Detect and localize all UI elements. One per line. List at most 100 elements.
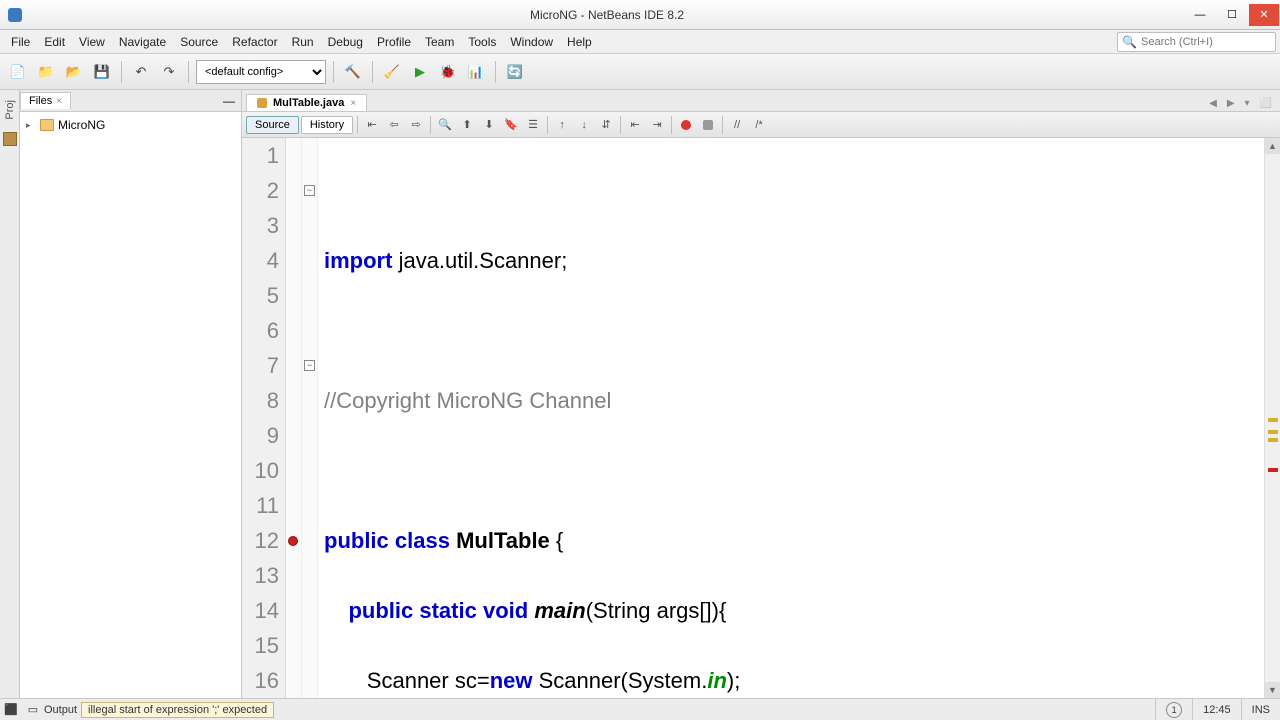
editor-area: MulTable.java × ◀ ▶ ▾ ⬜ Source History ⇤… [242, 90, 1280, 698]
menu-tools[interactable]: Tools [461, 33, 503, 51]
warning-mark[interactable] [1268, 438, 1278, 442]
error-stripe[interactable]: ▲ ▼ [1264, 138, 1280, 698]
scroll-down-icon[interactable]: ▼ [1265, 682, 1280, 698]
insert-mode[interactable]: INS [1241, 699, 1280, 720]
attach-button[interactable]: 🔄 [503, 60, 527, 84]
files-tree[interactable]: ▸ MicroNG [20, 112, 241, 698]
warning-mark[interactable] [1268, 418, 1278, 422]
uncomment-icon[interactable]: /* [749, 115, 769, 135]
prev-tab-button[interactable]: ◀ [1205, 96, 1221, 111]
menu-debug[interactable]: Debug [321, 33, 370, 51]
find-selection-icon[interactable]: 🔍 [435, 115, 455, 135]
files-tab[interactable]: Files × [20, 92, 71, 109]
open-button[interactable]: 📂 [62, 60, 86, 84]
forward-icon[interactable]: ⇨ [406, 115, 426, 135]
back-icon[interactable]: ⇦ [384, 115, 404, 135]
menu-run[interactable]: Run [285, 33, 321, 51]
build-button[interactable]: 🔨 [341, 60, 365, 84]
maximize-button[interactable]: ☐ [1217, 4, 1247, 26]
window-title: MicroNG - NetBeans IDE 8.2 [30, 8, 1184, 22]
redo-button[interactable]: ↷ [157, 60, 181, 84]
status-bar: ⬛ ▭ Output illegal start of expression '… [0, 698, 1280, 720]
annotation-column [286, 138, 302, 698]
projects-rail[interactable]: Proj [2, 94, 18, 126]
tasks-icon[interactable]: ▭ [26, 703, 40, 717]
shift-right-icon[interactable]: ⇥ [647, 115, 667, 135]
code-content[interactable]: import java.util.Scanner; //Copyright Mi… [318, 138, 1264, 698]
tab-list-button[interactable]: ▾ [1241, 96, 1254, 111]
close-files-tab[interactable]: × [56, 96, 62, 107]
undo-button[interactable]: ↶ [129, 60, 153, 84]
line-gutter: 1 2 3 4 5 6 7 8 9 10 11 12 13 14 15 16 [242, 138, 286, 698]
next-bookmark-icon[interactable]: ⬇ [479, 115, 499, 135]
new-project-button[interactable]: 📁 [34, 60, 58, 84]
menu-edit[interactable]: Edit [37, 33, 72, 51]
files-tab-label: Files [29, 95, 52, 107]
notifications-badge[interactable]: 1 [1166, 702, 1182, 718]
editor-tab-label: MulTable.java [273, 97, 344, 109]
main-toolbar: 📄 📁 📂 💾 ↶ ↷ <default config> 🔨 🧹 ▶ 🐞 📊 🔄 [0, 54, 1280, 90]
output-icon[interactable]: ⬛ [4, 703, 18, 717]
minimize-button[interactable]: — [1185, 4, 1215, 26]
tree-node-project[interactable]: ▸ MicroNG [24, 116, 237, 134]
toggle-highlight-icon[interactable]: ☰ [523, 115, 543, 135]
menu-window[interactable]: Window [503, 33, 560, 51]
menu-view[interactable]: View [72, 33, 112, 51]
cursor-position: 12:45 [1192, 699, 1241, 720]
expand-icon[interactable]: ▸ [26, 120, 36, 131]
macro-stop-icon[interactable] [698, 115, 718, 135]
comment-icon[interactable]: // [727, 115, 747, 135]
next-tab-button[interactable]: ▶ [1223, 96, 1239, 111]
tree-node-label: MicroNG [58, 118, 105, 132]
warning-mark[interactable] [1268, 430, 1278, 434]
prev-error-icon[interactable]: ↑ [552, 115, 572, 135]
left-rail: Proj [0, 90, 20, 698]
fold-toggle-icon[interactable]: − [304, 185, 315, 196]
editor-tab[interactable]: MulTable.java × [246, 94, 367, 111]
menu-file[interactable]: File [4, 33, 37, 51]
save-all-button[interactable]: 💾 [90, 60, 114, 84]
minimize-panel-button[interactable]: — [217, 94, 241, 108]
toggle-bookmark-icon[interactable]: 🔖 [501, 115, 521, 135]
run-button[interactable]: ▶ [408, 60, 432, 84]
files-panel: Files × — ▸ MicroNG [20, 90, 242, 698]
folder-icon [40, 119, 54, 131]
fold-column: − − [302, 138, 318, 698]
menu-team[interactable]: Team [418, 33, 461, 51]
source-mode-button[interactable]: Source [246, 116, 299, 134]
maximize-editor-button[interactable]: ⬜ [1256, 96, 1276, 111]
quick-search[interactable]: 🔍 [1117, 32, 1276, 52]
clean-build-button[interactable]: 🧹 [380, 60, 404, 84]
menu-navigate[interactable]: Navigate [112, 33, 173, 51]
macro-record-icon[interactable] [676, 115, 696, 135]
menu-profile[interactable]: Profile [370, 33, 418, 51]
search-input[interactable] [1141, 36, 1271, 48]
menu-help[interactable]: Help [560, 33, 599, 51]
config-select[interactable]: <default config> [196, 60, 326, 84]
status-message: illegal start of expression ';' expected [81, 702, 274, 718]
close-button[interactable]: ✕ [1249, 4, 1279, 26]
search-icon: 🔍 [1122, 35, 1137, 49]
last-edit-icon[interactable]: ⇤ [362, 115, 382, 135]
error-mark[interactable] [1268, 468, 1278, 472]
next-error-icon[interactable]: ↓ [574, 115, 594, 135]
prev-bookmark-icon[interactable]: ⬆ [457, 115, 477, 135]
close-editor-tab[interactable]: × [350, 98, 356, 109]
history-mode-button[interactable]: History [301, 116, 353, 134]
shift-left-icon[interactable]: ⇤ [625, 115, 645, 135]
code-editor[interactable]: 1 2 3 4 5 6 7 8 9 10 11 12 13 14 15 16 [242, 138, 1280, 698]
fold-toggle-icon[interactable]: − [304, 360, 315, 371]
output-label[interactable]: Output [44, 704, 77, 716]
error-glyph-icon[interactable] [288, 536, 298, 546]
menu-refactor[interactable]: Refactor [225, 33, 284, 51]
menu-bar: File Edit View Navigate Source Refactor … [0, 30, 1280, 54]
diff-icon[interactable]: ⇵ [596, 115, 616, 135]
debug-button[interactable]: 🐞 [436, 60, 460, 84]
new-file-button[interactable]: 📄 [6, 60, 30, 84]
app-icon [8, 8, 22, 22]
services-icon[interactable] [3, 132, 17, 146]
java-file-icon [257, 98, 267, 108]
scroll-up-icon[interactable]: ▲ [1265, 138, 1280, 154]
menu-source[interactable]: Source [173, 33, 225, 51]
profile-button[interactable]: 📊 [464, 60, 488, 84]
